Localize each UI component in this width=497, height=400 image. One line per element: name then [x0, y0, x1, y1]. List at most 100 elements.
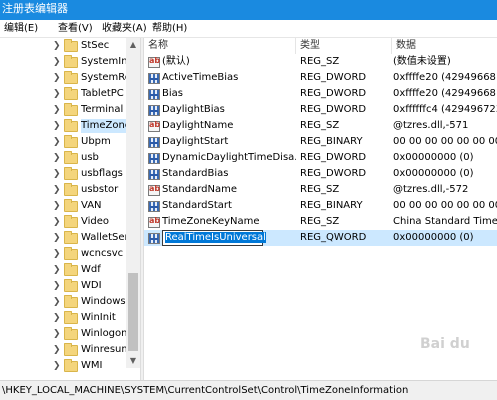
scroll-up-icon[interactable]: ▲ — [128, 40, 138, 50]
tree-item[interactable]: ❯ usb — [0, 150, 126, 166]
tree-scrollbar[interactable]: ▲ ▼ — [126, 38, 140, 368]
chevron-right-icon[interactable]: ❯ — [53, 88, 61, 100]
chevron-right-icon[interactable]: ❯ — [53, 72, 61, 84]
tree-item[interactable]: ❯ usbflags — [0, 166, 126, 182]
tree-item[interactable]: ❯ Windows — [0, 294, 126, 310]
value-data: 0x00000000 (0) — [393, 232, 474, 243]
chevron-right-icon[interactable]: ❯ — [53, 56, 61, 68]
value-data: @tzres.dll,-571 — [393, 120, 469, 131]
scroll-thumb[interactable] — [128, 273, 138, 351]
chevron-right-icon[interactable]: ❯ — [53, 280, 61, 292]
chevron-right-icon[interactable]: ❯ — [53, 232, 61, 244]
table-row[interactable]: TimeZoneKeyName REG_SZ China Standard Time — [144, 214, 497, 230]
tree-item[interactable]: ❯ WinInit — [0, 310, 126, 326]
tree-item[interactable]: ❯ TabletPC — [0, 86, 126, 102]
value-data: 00 00 00 00 00 00 00 00 — [393, 200, 497, 211]
chevron-right-icon[interactable]: ❯ — [53, 312, 61, 324]
tree-item[interactable]: ❯ StSec — [0, 38, 126, 54]
chevron-right-icon[interactable]: ❯ — [53, 328, 61, 340]
table-row[interactable]: DaylightName REG_SZ @tzres.dll,-571 — [144, 118, 497, 134]
scroll-down-icon[interactable]: ▼ — [128, 356, 138, 366]
chevron-right-icon[interactable]: ❯ — [53, 104, 61, 116]
value-name: ActiveTimeBias — [162, 72, 239, 83]
window-title: 注册表编辑器 — [2, 2, 68, 15]
tree-item[interactable]: ❯ WDI — [0, 278, 126, 294]
menu-edit[interactable]: 编辑(E) — [4, 22, 38, 36]
binary-value-icon — [148, 73, 160, 84]
chevron-right-icon[interactable]: ❯ — [53, 184, 61, 196]
tree-item[interactable]: ❯ TimeZone — [0, 118, 126, 134]
column-header-type[interactable]: 类型 — [296, 38, 392, 54]
table-row[interactable]: StandardBias REG_DWORD 0x00000000 (0) — [144, 166, 497, 182]
folder-icon — [64, 39, 78, 52]
table-row[interactable]: (默认) REG_SZ (数值未设置) — [144, 54, 497, 70]
title-bar: 注册表编辑器 — [0, 0, 497, 20]
chevron-right-icon[interactable]: ❯ — [53, 296, 61, 308]
column-header-data[interactable]: 数据 — [392, 38, 497, 54]
tree-item-label: usbflags — [81, 168, 123, 179]
value-type: REG_DWORD — [300, 104, 367, 115]
tree-item[interactable]: ❯ usbstor — [0, 182, 126, 198]
chevron-right-icon[interactable]: ❯ — [53, 200, 61, 212]
folder-icon — [64, 135, 78, 148]
tree-item-label: SystemInf — [81, 56, 126, 67]
tree-item[interactable]: ❯ Winlogon — [0, 326, 126, 342]
tree-item-label: Windows — [81, 296, 126, 307]
table-row[interactable]: RealTimeIsUniversal REG_QWORD 0x00000000 (… — [144, 230, 497, 246]
tree-item[interactable]: ❯ Video — [0, 214, 126, 230]
menu-favorites[interactable]: 收藏夹(A) — [102, 22, 147, 36]
table-row[interactable]: DaylightBias REG_DWORD 0xffffffc4 (4294967… — [144, 102, 497, 118]
tree-item-label: WalletSer — [81, 232, 126, 243]
tree-item[interactable]: ❯ Winresum — [0, 342, 126, 358]
chevron-right-icon[interactable]: ❯ — [53, 344, 61, 356]
tree-item-label: Ubpm — [81, 136, 111, 147]
chevron-right-icon[interactable]: ❯ — [53, 360, 61, 372]
chevron-right-icon[interactable]: ❯ — [53, 152, 61, 164]
folder-icon — [64, 231, 78, 244]
value-type: REG_BINARY — [300, 136, 363, 147]
table-row[interactable]: DynamicDaylightTimeDisa... REG_DWORD 0x000… — [144, 150, 497, 166]
value-name: DaylightBias — [162, 104, 225, 115]
table-row[interactable]: StandardName REG_SZ @tzres.dll,-572 — [144, 182, 497, 198]
value-type: REG_SZ — [300, 184, 340, 195]
tree-item[interactable]: ❯ Ubpm — [0, 134, 126, 150]
table-row[interactable]: ActiveTimeBias REG_DWORD 0xffffe20 (429496… — [144, 70, 497, 86]
tree-item[interactable]: ❯ wcncsvc — [0, 246, 126, 262]
tree-item[interactable]: ❯ Terminal S — [0, 102, 126, 118]
tree-item[interactable]: ❯ VAN — [0, 198, 126, 214]
value-name: StandardStart — [162, 200, 232, 211]
folder-icon — [64, 247, 78, 260]
value-data: 0xffffe20 (4294966816) — [393, 72, 497, 83]
value-data: China Standard Time — [393, 216, 497, 227]
tree-item[interactable]: ❯ SystemRe — [0, 70, 126, 86]
menu-view[interactable]: 查看(V) — [58, 22, 93, 36]
folder-icon — [64, 359, 78, 372]
chevron-right-icon[interactable]: ❯ — [53, 120, 61, 132]
tree-item-label: TimeZone — [81, 119, 126, 133]
table-row[interactable]: StandardStart REG_BINARY 00 00 00 00 00 00… — [144, 198, 497, 214]
chevron-right-icon[interactable]: ❯ — [53, 136, 61, 148]
tree-item[interactable]: ❯ WMI — [0, 358, 126, 374]
value-data: 00 00 00 00 00 00 00 00 — [393, 136, 497, 147]
value-type: REG_DWORD — [300, 88, 367, 99]
menu-help[interactable]: 帮助(H) — [152, 22, 187, 36]
column-header-name[interactable]: 名称 — [144, 38, 296, 54]
table-row[interactable]: Bias REG_DWORD 0xffffe20 (4294966816) — [144, 86, 497, 102]
value-name: DaylightStart — [162, 136, 229, 147]
table-row[interactable]: DaylightStart REG_BINARY 00 00 00 00 00 00… — [144, 134, 497, 150]
chevron-right-icon[interactable]: ❯ — [53, 40, 61, 52]
key-tree[interactable]: ❯ StSec ❯ SystemInf ❯ SystemRe ❯ TabletPC ❯ Termi… — [0, 38, 140, 380]
tree-item[interactable]: ❯ Wdf — [0, 262, 126, 278]
rename-input[interactable]: RealTimeIsUniversal — [162, 230, 266, 246]
chevron-right-icon[interactable]: ❯ — [53, 264, 61, 276]
tree-item[interactable]: ❯ SystemInf — [0, 54, 126, 70]
string-value-icon — [148, 55, 160, 68]
folder-icon — [64, 55, 78, 68]
folder-icon — [64, 327, 78, 340]
value-name: TimeZoneKeyName — [162, 216, 260, 227]
chevron-right-icon[interactable]: ❯ — [53, 248, 61, 260]
chevron-right-icon[interactable]: ❯ — [53, 168, 61, 180]
tree-item[interactable]: ❯ WalletSer — [0, 230, 126, 246]
chevron-right-icon[interactable]: ❯ — [53, 216, 61, 228]
folder-icon — [64, 295, 78, 308]
